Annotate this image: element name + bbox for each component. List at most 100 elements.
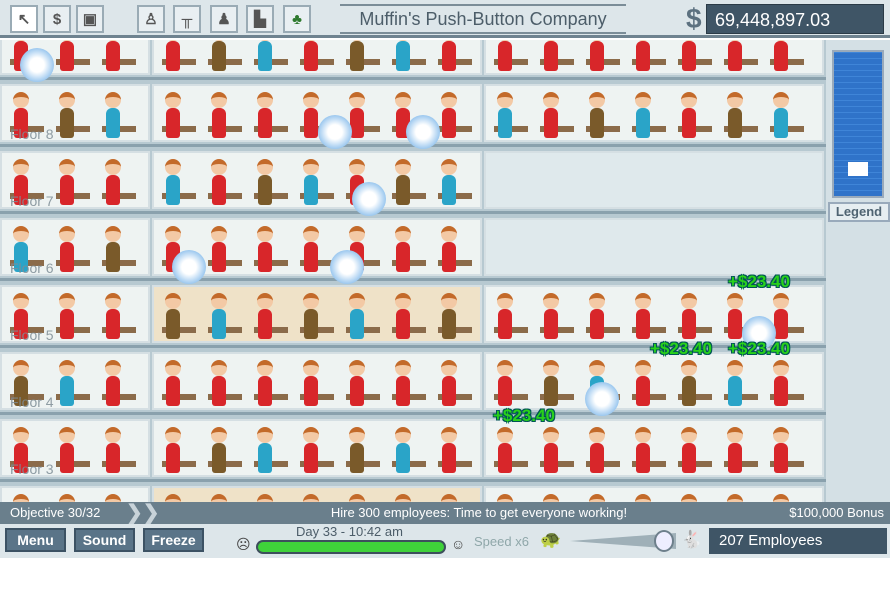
employee[interactable] (106, 41, 120, 71)
employee[interactable] (498, 443, 512, 473)
employee[interactable] (106, 309, 120, 339)
employee[interactable] (590, 443, 604, 473)
hire-employee-button[interactable]: ♙ (137, 5, 165, 33)
office-room[interactable] (484, 151, 824, 209)
employee[interactable] (166, 309, 180, 339)
pointer-tool-button[interactable]: ↖ (10, 5, 38, 33)
employee[interactable] (60, 443, 74, 473)
employee[interactable] (728, 108, 742, 138)
employee[interactable] (106, 376, 120, 406)
employee[interactable] (106, 175, 120, 205)
add-restroom-button[interactable]: ♟ (210, 5, 238, 33)
add-desk-button[interactable]: ╥ (173, 5, 201, 33)
employee[interactable] (304, 175, 318, 205)
legend-button[interactable]: Legend (828, 202, 890, 222)
floor[interactable]: Floor 2 (0, 482, 826, 502)
employee[interactable] (212, 443, 226, 473)
employee[interactable] (682, 376, 696, 406)
floor[interactable]: Floor 6 (0, 214, 826, 281)
employee[interactable] (212, 108, 226, 138)
employee[interactable] (590, 108, 604, 138)
employee[interactable] (212, 41, 226, 71)
employee[interactable] (396, 443, 410, 473)
employee[interactable] (258, 242, 272, 272)
employee[interactable] (258, 108, 272, 138)
employee[interactable] (682, 108, 696, 138)
sell-tool-button[interactable]: $ (43, 5, 71, 33)
employee[interactable] (498, 108, 512, 138)
employee[interactable] (396, 41, 410, 71)
employee[interactable] (350, 309, 364, 339)
employee[interactable] (442, 175, 456, 205)
office-room[interactable] (0, 486, 150, 502)
employee[interactable] (544, 376, 558, 406)
office-room[interactable] (484, 419, 824, 477)
office-room[interactable] (484, 486, 824, 502)
employee[interactable] (728, 309, 742, 339)
floor[interactable]: Floor 5 (0, 281, 826, 348)
floor[interactable]: Floor 3 (0, 415, 826, 482)
employee[interactable] (212, 242, 226, 272)
employee[interactable] (304, 108, 318, 138)
employee[interactable] (212, 175, 226, 205)
floor[interactable]: Floor 7 (0, 147, 826, 214)
employee[interactable] (304, 242, 318, 272)
office-room[interactable] (152, 486, 482, 502)
office-room[interactable] (152, 419, 482, 477)
office-building-view[interactable]: Floor 8 Floor 7 Floor 6 Floor 5 Floor 4 Floor… (0, 40, 890, 502)
employee[interactable] (682, 309, 696, 339)
employee[interactable] (682, 443, 696, 473)
employee[interactable] (544, 41, 558, 71)
employee[interactable] (590, 41, 604, 71)
employee[interactable] (166, 41, 180, 71)
office-room[interactable] (484, 352, 824, 410)
employee[interactable] (350, 108, 364, 138)
employee[interactable] (774, 41, 788, 71)
speed-slider-handle[interactable] (654, 530, 674, 552)
employee[interactable] (258, 309, 272, 339)
employee[interactable] (442, 108, 456, 138)
floor[interactable] (0, 40, 826, 80)
office-room[interactable] (484, 218, 824, 276)
employee[interactable] (774, 376, 788, 406)
office-room[interactable] (152, 285, 482, 343)
employee[interactable] (728, 376, 742, 406)
sound-button[interactable]: Sound (74, 528, 135, 552)
employee[interactable] (442, 242, 456, 272)
employee[interactable] (442, 376, 456, 406)
add-plant-button[interactable]: ♣ (283, 5, 311, 33)
employee[interactable] (774, 443, 788, 473)
employee[interactable] (682, 41, 696, 71)
employee[interactable] (498, 309, 512, 339)
employee[interactable] (304, 309, 318, 339)
employee[interactable] (498, 41, 512, 71)
employee[interactable] (106, 242, 120, 272)
employee[interactable] (166, 376, 180, 406)
employee[interactable] (774, 309, 788, 339)
employee[interactable] (728, 41, 742, 71)
employee[interactable] (636, 376, 650, 406)
employee[interactable] (636, 108, 650, 138)
employee[interactable] (636, 443, 650, 473)
employee[interactable] (636, 309, 650, 339)
employee[interactable] (258, 443, 272, 473)
employee[interactable] (590, 309, 604, 339)
employee[interactable] (166, 108, 180, 138)
employee[interactable] (106, 108, 120, 138)
employee[interactable] (636, 41, 650, 71)
employee[interactable] (60, 242, 74, 272)
employee[interactable] (442, 41, 456, 71)
employee[interactable] (498, 376, 512, 406)
minimap[interactable] (832, 50, 884, 198)
employee[interactable] (304, 41, 318, 71)
employee[interactable] (396, 242, 410, 272)
employee[interactable] (350, 443, 364, 473)
employee[interactable] (544, 443, 558, 473)
employee[interactable] (106, 443, 120, 473)
employee[interactable] (304, 443, 318, 473)
employee[interactable] (258, 41, 272, 71)
employee[interactable] (166, 443, 180, 473)
freeze-button[interactable]: Freeze (143, 528, 204, 552)
office-room[interactable] (152, 352, 482, 410)
minimap-viewport[interactable] (848, 162, 868, 176)
